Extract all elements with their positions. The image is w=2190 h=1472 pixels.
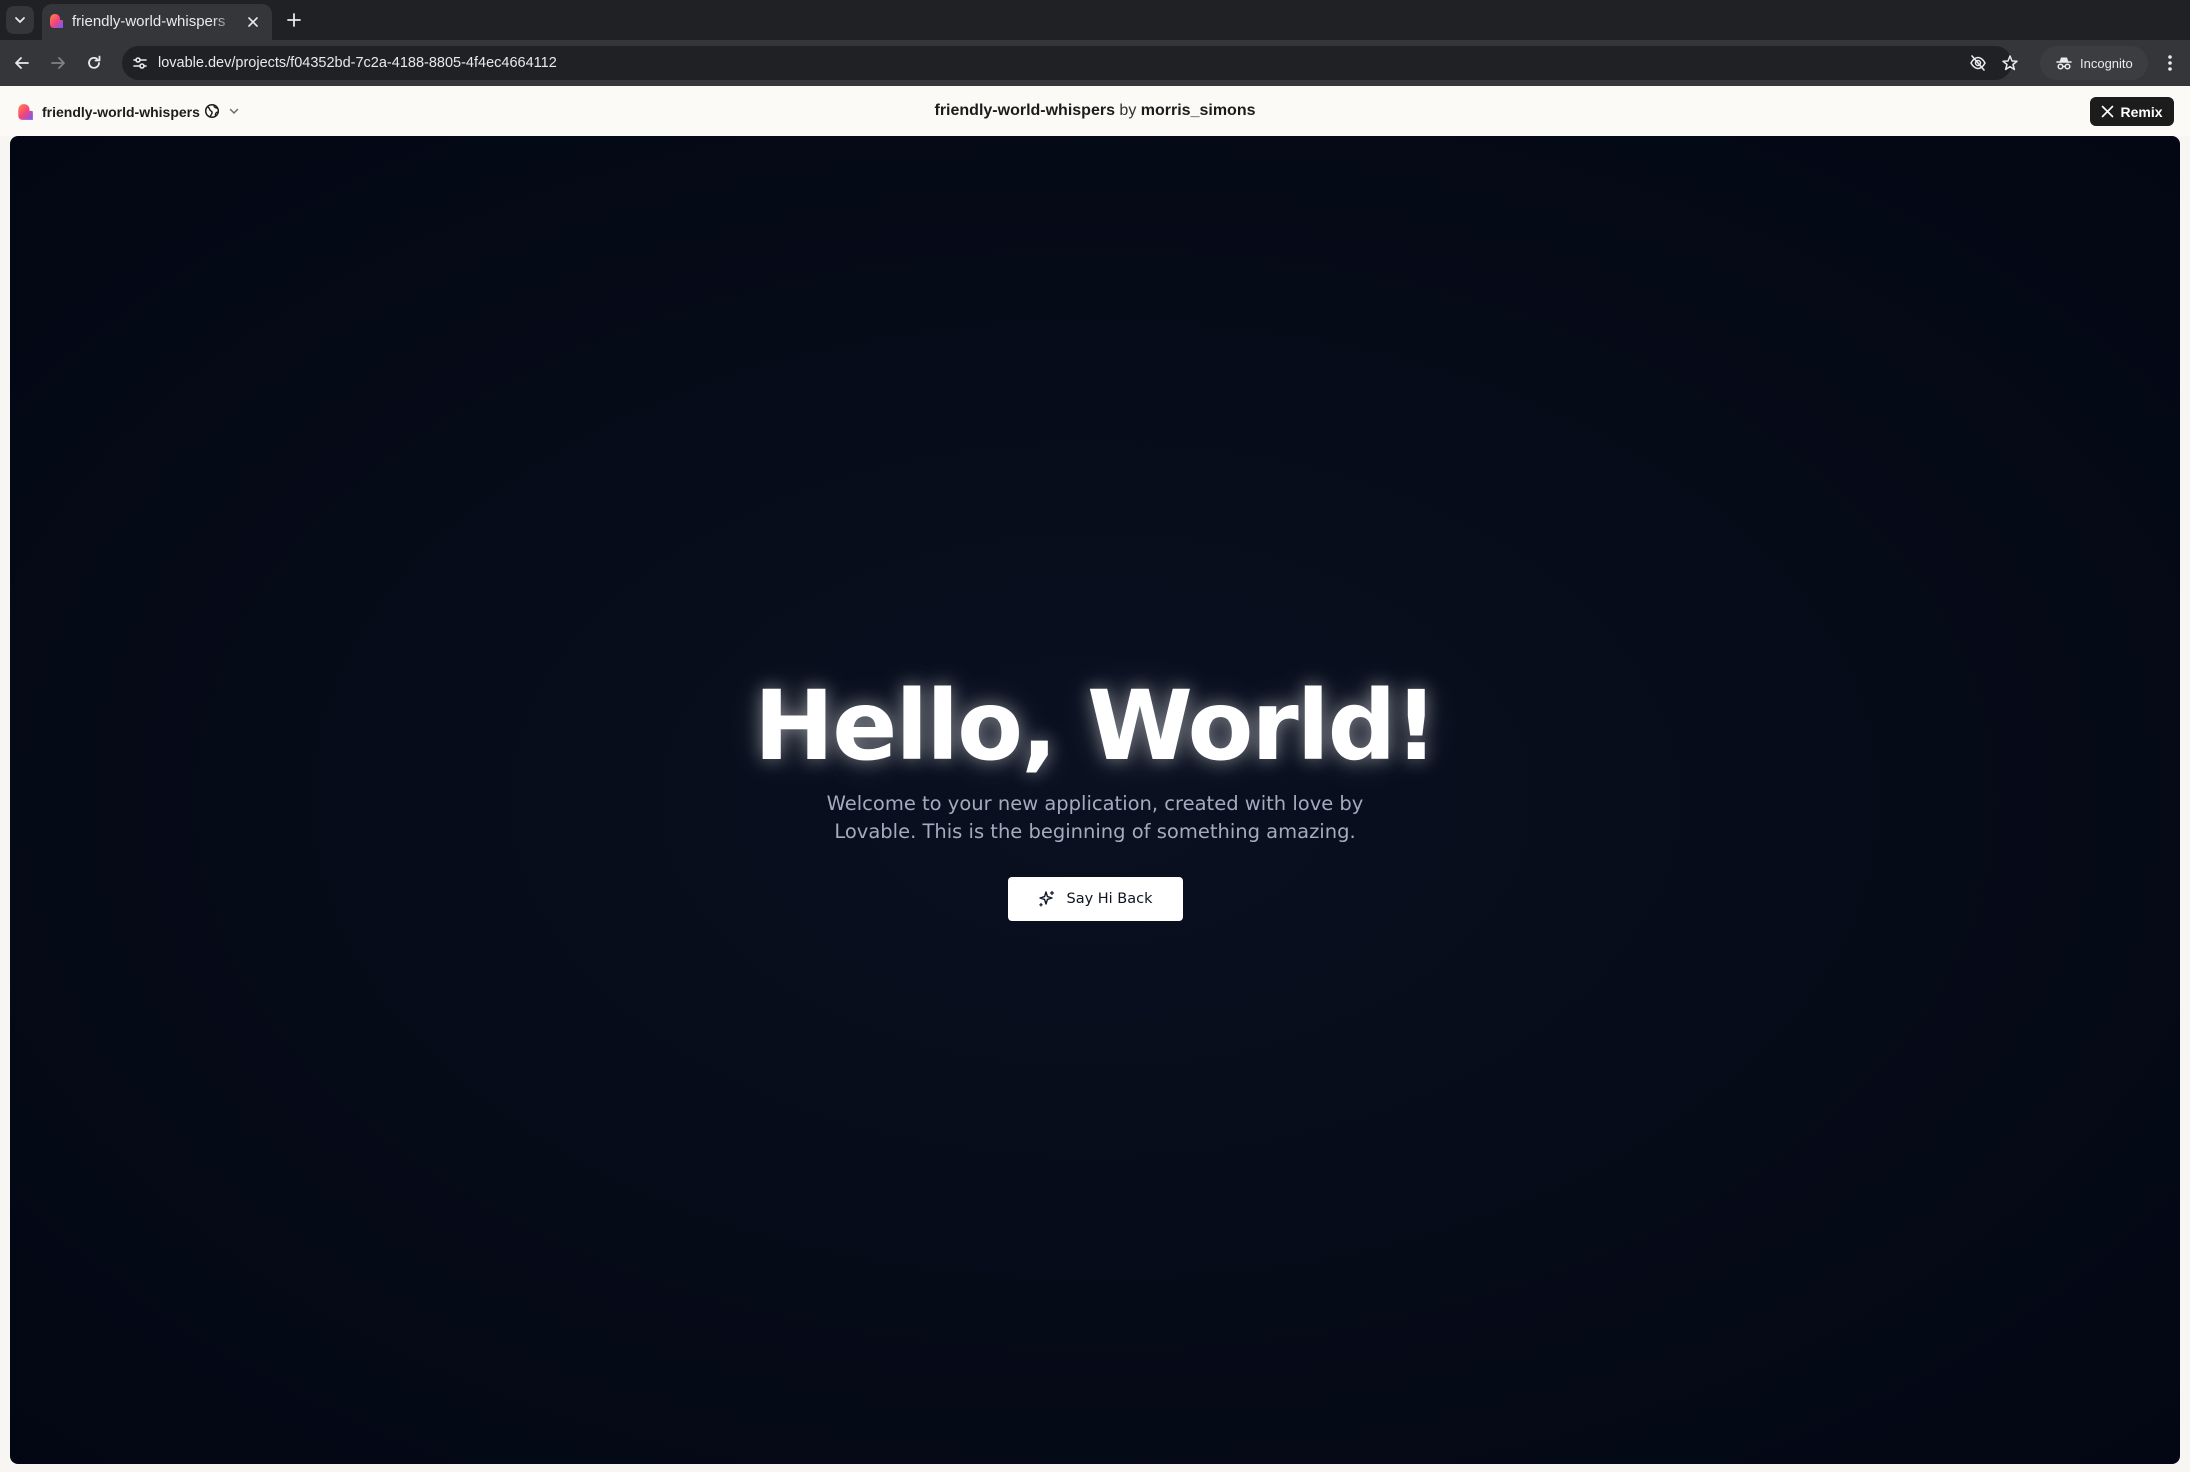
sparkles-icon <box>1038 890 1056 908</box>
hero-heading: Hello, World! <box>753 670 1438 782</box>
lovable-favicon-icon <box>50 14 63 28</box>
close-icon[interactable] <box>244 13 262 31</box>
site-info-button[interactable] <box>128 51 152 75</box>
project-bar: friendly-world-whispers friendly-world-w… <box>0 86 2190 136</box>
tune-icon <box>133 57 147 69</box>
incognito-badge[interactable]: Incognito <box>2040 46 2148 80</box>
title-project-name: friendly-world-whispers <box>934 102 1115 119</box>
say-hi-back-button[interactable]: Say Hi Back <box>1008 877 1183 921</box>
browser-menu-button[interactable] <box>2156 49 2184 77</box>
reload-button[interactable] <box>80 49 108 77</box>
app-preview: Hello, World! Welcome to your new applic… <box>10 136 2180 1464</box>
project-title: friendly-world-whispers by morris_simons <box>0 100 2190 122</box>
hero-subtitle: Welcome to your new application, created… <box>826 792 1364 843</box>
plus-icon <box>287 13 301 27</box>
page-bottom-margin <box>0 1464 2190 1472</box>
star-icon[interactable] <box>2000 53 2020 73</box>
shuffle-icon <box>2102 105 2114 118</box>
new-tab-button[interactable] <box>280 6 308 34</box>
back-button[interactable] <box>8 49 36 77</box>
say-hi-back-label: Say Hi Back <box>1066 891 1153 907</box>
eye-off-icon[interactable] <box>1968 53 1988 73</box>
tab-strip: friendly-world-whispers <box>0 0 2190 40</box>
reload-icon <box>88 55 101 69</box>
tab-search-button[interactable] <box>6 6 34 34</box>
incognito-label: Incognito <box>2080 55 2133 71</box>
tab-title: friendly-world-whispers <box>72 13 226 30</box>
remix-label: Remix <box>2120 103 2163 120</box>
browser-tab[interactable]: friendly-world-whispers <box>42 4 272 40</box>
kebab-menu-icon <box>2168 55 2172 71</box>
hero-section: Hello, World! Welcome to your new applic… <box>10 136 2180 1464</box>
title-by: by <box>1119 102 1137 119</box>
arrow-left-icon <box>15 57 29 69</box>
url-text[interactable]: lovable.dev/projects/f04352bd-7c2a-4188-… <box>158 54 557 72</box>
forward-button[interactable] <box>44 49 72 77</box>
arrow-right-icon <box>51 57 65 69</box>
address-bar[interactable]: lovable.dev/projects/f04352bd-7c2a-4188-… <box>122 46 2018 80</box>
incognito-icon <box>2056 57 2072 70</box>
chevron-down-icon <box>15 17 25 24</box>
title-author: morris_simons <box>1140 102 1256 119</box>
browser-toolbar: lovable.dev/projects/f04352bd-7c2a-4188-… <box>0 40 2190 86</box>
remix-button[interactable]: Remix <box>2090 97 2174 126</box>
